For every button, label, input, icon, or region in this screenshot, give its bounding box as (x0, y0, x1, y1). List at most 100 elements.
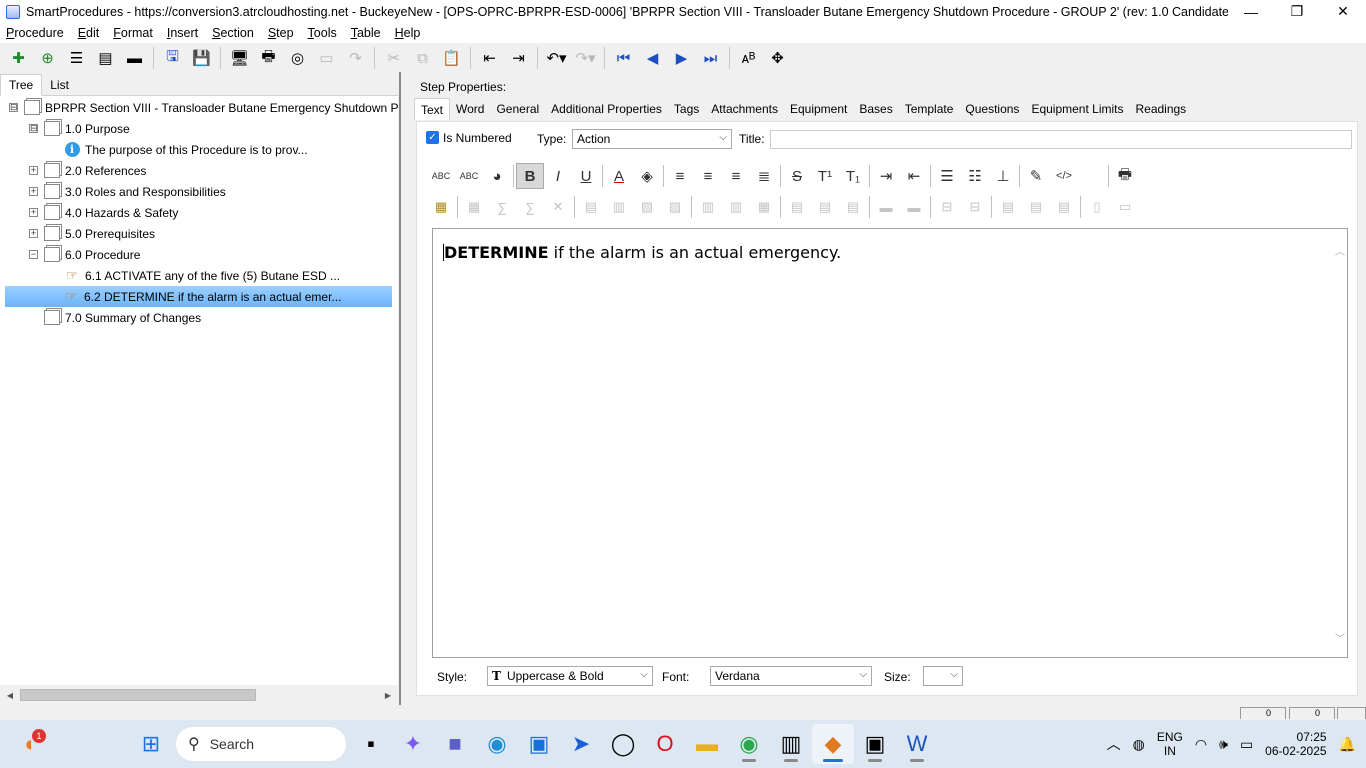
tab-general[interactable]: General (490, 98, 545, 120)
expand-icon[interactable]: + (29, 187, 38, 196)
tab-word[interactable]: Word (450, 98, 490, 120)
spellcheck-icon[interactable]: ᴀᴮ (734, 45, 763, 71)
subscript-icon[interactable]: T₁ (839, 163, 867, 189)
refresh-icon[interactable]: ◎ (283, 45, 312, 71)
expand-icon[interactable]: ▤ (91, 45, 120, 71)
file-explorer-icon[interactable]: ▬ (686, 724, 728, 764)
style-select[interactable]: T Uppercase & Bold ⌵ (487, 666, 653, 686)
tree-node-references[interactable]: + 2.0 References (29, 160, 146, 181)
expand-icon[interactable]: + (29, 208, 38, 217)
taskbar-search[interactable]: ⚲ Search (176, 727, 346, 761)
tab-list[interactable]: List (42, 75, 77, 95)
scroll-track[interactable] (20, 688, 378, 702)
cell-properties-icon[interactable]: ▤ (577, 194, 605, 220)
tab-readings[interactable]: Readings (1129, 98, 1192, 120)
underline-button[interactable]: U (572, 163, 600, 189)
bold-button[interactable]: B (516, 163, 544, 189)
tree-node-procedure[interactable]: − 6.0 Procedure (29, 244, 140, 265)
column-width-icon[interactable]: ▯ (1083, 194, 1111, 220)
menu-insert[interactable]: Insert (167, 26, 198, 40)
last-icon[interactable]: ⏭ (696, 45, 725, 71)
font-select[interactable]: Verdana ⌵ (710, 666, 872, 686)
previous-icon[interactable]: ◀ (638, 45, 667, 71)
save-all-icon[interactable]: 🖫 (158, 45, 187, 71)
tab-tags[interactable]: Tags (668, 98, 705, 120)
align-right-icon[interactable]: ≡ (722, 163, 750, 189)
tab-equipment[interactable]: Equipment (784, 98, 853, 120)
scroll-right-icon[interactable]: ▶ (378, 691, 398, 700)
indent-icon[interactable]: ⇥ (504, 45, 533, 71)
window-icon[interactable]: ▭ (312, 45, 341, 71)
remove-icon[interactable]: ▬ (120, 45, 149, 71)
collapse-icon[interactable]: ⊟ (9, 103, 18, 112)
outdent-icon[interactable]: ⇤ (900, 163, 928, 189)
first-icon[interactable]: ⏮ (609, 45, 638, 71)
tree-node-prerequisites[interactable]: + 5.0 Prerequisites (29, 223, 155, 244)
tree-node-step-6-2[interactable]: ☞ 6.2 DETERMINE if the alarm is an actua… (5, 286, 392, 307)
tab-template[interactable]: Template (899, 98, 960, 120)
notifications-icon[interactable]: 🔔 (1339, 737, 1356, 751)
wifi-icon[interactable]: ◠ (1195, 737, 1207, 751)
table-delete-icon[interactable]: ✕ (544, 194, 572, 220)
tab-attachments[interactable]: Attachments (705, 98, 784, 120)
row-above-icon[interactable]: ▤ (783, 194, 811, 220)
task-view-icon[interactable]: ▪ (350, 724, 392, 764)
insert-table-icon[interactable]: ▦ (427, 194, 455, 220)
start-icon[interactable]: ⊞ (130, 724, 172, 764)
highlight-icon[interactable]: ◈ (633, 163, 661, 189)
outdent-icon[interactable]: ⇤ (475, 45, 504, 71)
cell-edit-icon[interactable]: ▥ (605, 194, 633, 220)
tree-node-roles[interactable]: + 3.0 Roles and Responsibilities (29, 181, 226, 202)
word-icon[interactable]: W (896, 724, 938, 764)
next-icon[interactable]: ▶ (667, 45, 696, 71)
print-icon[interactable]: 🖶 (1111, 163, 1139, 189)
superscript-icon[interactable]: T¹ (811, 163, 839, 189)
table-formula2-icon[interactable]: ∑ (516, 194, 544, 220)
column-left-icon[interactable]: ▥ (694, 194, 722, 220)
language-indicator[interactable]: ENG IN (1157, 730, 1183, 758)
font-color-icon[interactable]: A (605, 163, 633, 189)
numbered-list-icon[interactable]: ☷ (961, 163, 989, 189)
weather-widget-icon[interactable]: ◐ 1 (10, 724, 52, 764)
copilot-icon[interactable]: ✦ (392, 724, 434, 764)
tree-node-root[interactable]: ⊟ BPRPR Section VIII - Transloader Butan… (9, 97, 412, 118)
scroll-up-icon[interactable]: ︿ (1335, 243, 1345, 258)
redo-disabled-icon[interactable]: ↷ (341, 45, 370, 71)
cell-paint-icon[interactable]: ▨ (661, 194, 689, 220)
print-icon[interactable]: 🖶 (254, 45, 283, 71)
volume-icon[interactable]: 🕪 (1219, 737, 1228, 751)
tab-tree[interactable]: Tree (0, 74, 43, 96)
menu-tools[interactable]: Tools (308, 26, 337, 40)
tree-node-hazards[interactable]: + 4.0 Hazards & Safety (29, 202, 178, 223)
dell-icon[interactable]: ◯ (602, 724, 644, 764)
tab-text[interactable]: Text (414, 98, 451, 120)
collapse-icon[interactable]: ☰ (62, 45, 91, 71)
tree-node-step-6-1[interactable]: ☞ 6.1 ACTIVATE any of the five (5) Butan… (49, 265, 340, 286)
smartprocedures-taskbar-icon[interactable]: ◆ (812, 724, 854, 764)
edge-icon[interactable]: ◉ (476, 724, 518, 764)
step-text-editor[interactable]: DETERMINE if the alarm is an actual emer… (432, 228, 1348, 658)
battery-icon[interactable]: ▭ (1240, 737, 1253, 751)
indent-icon[interactable]: ⇥ (872, 163, 900, 189)
expand-icon[interactable]: + (29, 229, 38, 238)
network-status-icon[interactable]: ◍ (1133, 737, 1145, 751)
is-numbered-checkbox[interactable]: ✓ (426, 131, 439, 144)
strikethrough-icon[interactable]: S (783, 163, 811, 189)
add-icon[interactable]: ✚ (4, 45, 33, 71)
close-button[interactable]: ✕ (1320, 0, 1366, 23)
pane-splitter[interactable] (399, 72, 408, 705)
undo-icon[interactable]: ↶▾ (542, 45, 571, 71)
cut-icon[interactable]: ✂ (379, 45, 408, 71)
collapse-icon[interactable]: ⊟ (29, 124, 38, 133)
scroll-thumb[interactable] (20, 689, 256, 701)
menu-procedure[interactable]: Procedure (6, 26, 64, 40)
row-height-icon[interactable]: ▭ (1111, 194, 1139, 220)
save-icon[interactable]: 💾 (187, 45, 216, 71)
scroll-down-icon[interactable]: ﹀ (1335, 630, 1345, 645)
redo-icon[interactable]: ↷▾ (571, 45, 600, 71)
app-icon-1[interactable]: ▥ (770, 724, 812, 764)
align-left-icon[interactable]: ≡ (666, 163, 694, 189)
expand-icon[interactable]: + (29, 166, 38, 175)
menu-format[interactable]: Format (113, 26, 153, 40)
tree-node-summary[interactable]: 7.0 Summary of Changes (29, 307, 201, 328)
